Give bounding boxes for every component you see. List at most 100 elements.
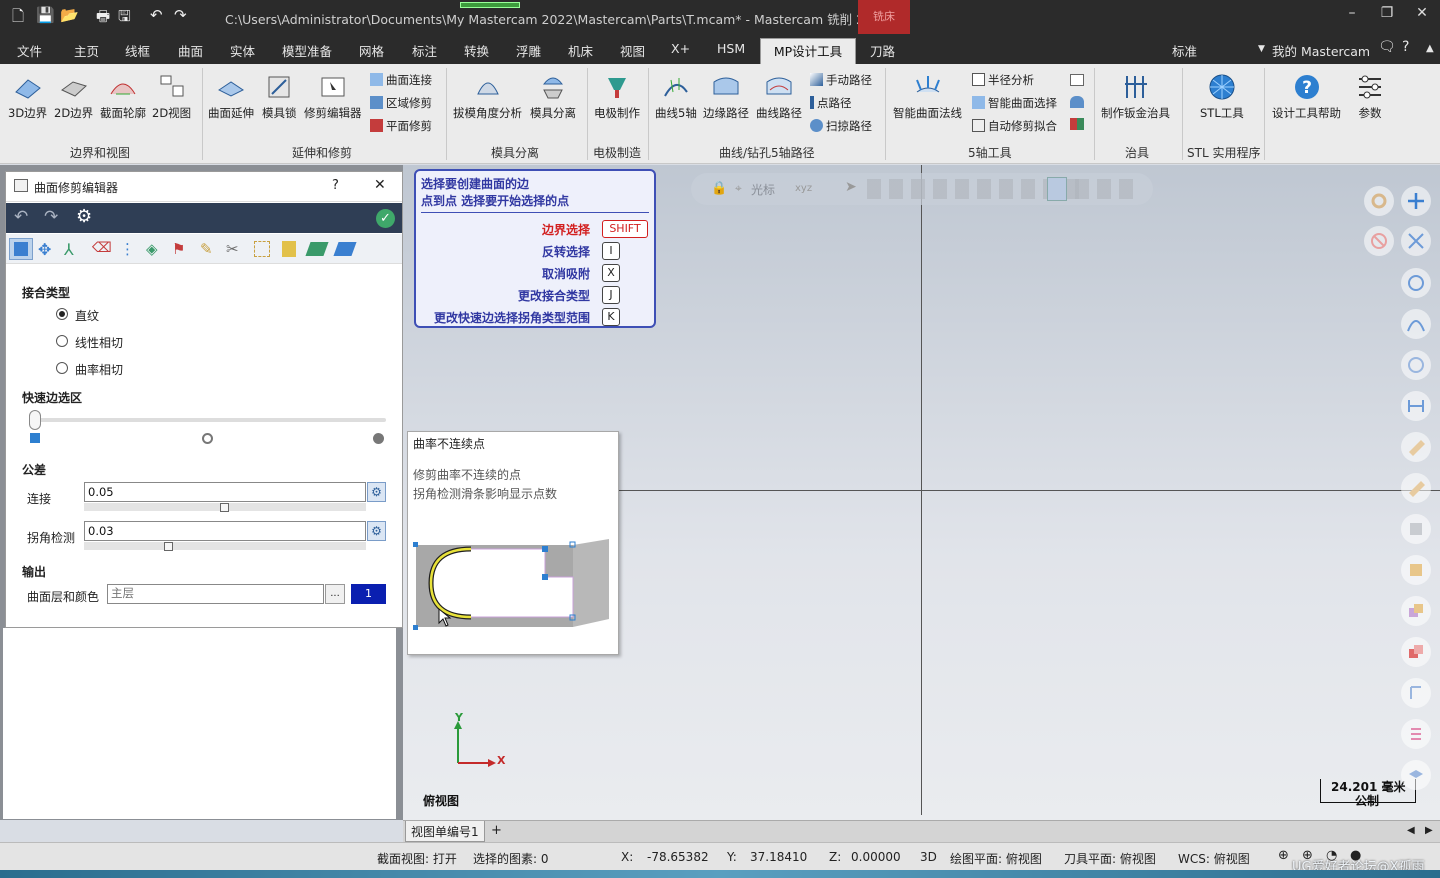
feedback-icon[interactable]: 🗨 (1378, 39, 1396, 55)
undo-icon[interactable]: ↶ (14, 207, 28, 227)
select-arrow-icon[interactable]: ➤ (845, 179, 857, 195)
scroll-right-icon[interactable]: ▶ (1425, 825, 1433, 836)
radio-curvature-tangent[interactable] (56, 362, 68, 374)
btn-surface-connect[interactable]: 曲面连接 (370, 72, 432, 88)
print-icon[interactable]: 🖶 (96, 6, 110, 31)
xyz-icon[interactable]: xyz (795, 183, 812, 194)
btn-stl-tools[interactable]: STL工具 (1200, 68, 1244, 121)
connect-field[interactable]: 0.05 (84, 482, 366, 502)
tree-icon[interactable]: ⋮ (120, 240, 135, 258)
move-icon[interactable]: ✥ (38, 240, 51, 259)
menu-wireframe[interactable]: 线框 (125, 41, 150, 60)
scroll-left-icon[interactable]: ◀ (1407, 825, 1415, 836)
dialog-close-button[interactable]: ✕ (374, 177, 386, 193)
menu-standard[interactable]: 标准 (1172, 41, 1197, 60)
section-view-status[interactable]: 截面视图: 打开 (377, 850, 457, 867)
help-icon[interactable]: ? (1402, 39, 1409, 55)
corner-detect-field[interactable]: 0.03 (84, 521, 366, 541)
menu-dimension[interactable]: 标注 (412, 41, 437, 60)
globe-icon[interactable]: ⊕ (1278, 848, 1289, 863)
green-patch-icon[interactable] (305, 242, 329, 256)
menu-relief[interactable]: 浮雕 (516, 41, 541, 60)
radio-curvature-tangent-label[interactable]: 曲率相切 (75, 361, 123, 378)
btn-electrode-make[interactable]: 电极制作 (594, 68, 640, 121)
menu-file[interactable]: 文件 (17, 41, 42, 60)
menu-hsm[interactable]: HSM (717, 41, 745, 56)
quick-edge-slider-thumb[interactable] (29, 410, 41, 430)
radio-ruled[interactable] (56, 308, 68, 320)
close-button[interactable]: ✕ (1410, 5, 1434, 21)
ok-check-icon[interactable]: ✓ (376, 209, 395, 228)
tool-plane-status[interactable]: 刀具平面: 俯视图 (1064, 850, 1156, 867)
redo-icon[interactable]: ↷ (44, 207, 58, 227)
btn-sheet-fixture[interactable]: 制作钣金治具 (1101, 68, 1170, 121)
layer-color-icon[interactable] (1401, 596, 1431, 626)
btn-draft-angle-analysis[interactable]: 拔模角度分析 (453, 68, 522, 121)
save-as-icon[interactable]: 🖫 (118, 6, 131, 31)
view-sheet-tab[interactable]: 视图单编号1 (405, 821, 485, 842)
menu-view[interactable]: 视图 (620, 41, 645, 60)
add-view-sheet-button[interactable]: + (491, 823, 502, 838)
delete-edge-icon[interactable]: ⌫ (92, 240, 112, 256)
rotate-view-icon[interactable] (1401, 268, 1431, 298)
book-icon[interactable] (282, 241, 296, 257)
cut-icon[interactable]: ✂ (226, 240, 239, 258)
wire-icon[interactable] (1401, 678, 1431, 708)
collapse-ribbon-icon[interactable]: ▲ (1426, 43, 1434, 54)
menu-transform[interactable]: 转换 (464, 41, 489, 60)
active-selection-icon[interactable] (1047, 177, 1067, 201)
cursor-icon[interactable]: ⌖ (735, 181, 742, 196)
btn-smart-surface-select[interactable]: 智能曲面选择 (972, 95, 1057, 111)
mode-3d-toggle[interactable]: 3D (920, 850, 937, 864)
btn-auto-trim-fit[interactable]: 自动修剪拟合 (972, 118, 1057, 134)
blue-patch-icon[interactable] (333, 242, 357, 256)
btn-region-trim[interactable]: 区域修剪 (370, 95, 432, 111)
dome-small-icon[interactable] (1070, 96, 1084, 108)
quick-edge-level-dot[interactable] (373, 433, 384, 444)
shaded-box-icon[interactable] (1401, 555, 1431, 585)
radio-ruled-label[interactable]: 直纹 (75, 307, 99, 324)
curve-tool-icon[interactable] (1401, 309, 1431, 339)
btn-surface-extend[interactable]: 曲面延伸 (208, 68, 254, 121)
trim-point-icon[interactable]: ⚑ (172, 240, 185, 258)
minimize-button[interactable]: – (1340, 5, 1364, 21)
btn-edge-path[interactable]: 边缘路径 (703, 68, 749, 121)
diamond-icon[interactable]: ◈ (146, 240, 158, 258)
dropdown-arrow-icon[interactable]: ▼ (1258, 44, 1265, 54)
btn-3d-boundary[interactable]: 3D边界 (8, 68, 47, 121)
menu-mp-design-tools[interactable]: MP设计工具 (760, 38, 856, 64)
menu-home[interactable]: 主页 (74, 41, 99, 60)
lock-icon[interactable]: 🔒 (711, 181, 727, 196)
grid-icon[interactable] (1401, 719, 1431, 749)
dialog-help-button[interactable]: ? (332, 178, 339, 193)
color-small-icon[interactable] (1070, 118, 1084, 130)
wcs-status[interactable]: WCS: 俯视图 (1178, 850, 1250, 867)
add-view-icon[interactable] (1401, 186, 1431, 216)
save-icon[interactable]: 💾 (36, 6, 55, 24)
menu-solid[interactable]: 实体 (230, 41, 255, 60)
cursor-label[interactable]: 光标 (751, 181, 775, 198)
btn-smart-surface-normal[interactable]: 智能曲面法线 (893, 68, 962, 121)
btn-sweep-path[interactable]: 扫掠路径 (810, 118, 872, 134)
radio-linear-tangent-label[interactable]: 线性相切 (75, 334, 123, 351)
btn-mold-split[interactable]: 模具分离 (530, 68, 576, 121)
solid-box-icon[interactable] (1401, 514, 1431, 544)
btn-section-profile[interactable]: 截面轮廓 (100, 68, 146, 121)
my-mastercam-link[interactable]: 我的 Mastercam (1272, 41, 1370, 60)
btn-radius-analysis[interactable]: 半径分析 (972, 72, 1034, 88)
new-file-icon[interactable]: 🗋 (12, 6, 24, 31)
selection-extra-icons[interactable] (1075, 179, 1135, 199)
menu-machine[interactable]: 机床 (568, 41, 593, 60)
menu-toolpath[interactable]: 刀路 (870, 41, 895, 60)
open-folder-icon[interactable]: 📂 (60, 6, 79, 24)
connect-settings-icon[interactable]: ⚙ (367, 482, 386, 502)
btn-plane-trim[interactable]: 平面修剪 (370, 118, 432, 134)
menu-surface[interactable]: 曲面 (178, 41, 203, 60)
branch-icon[interactable]: ⅄ (64, 240, 74, 259)
redo-icon[interactable]: ↷ (174, 6, 187, 24)
undo-icon[interactable]: ↶ (150, 6, 163, 24)
btn-point-path[interactable]: 点路径 (810, 95, 852, 111)
menu-mesh[interactable]: 网格 (359, 41, 384, 60)
layer-browse-button[interactable]: ... (325, 584, 345, 604)
btn-2d-boundary[interactable]: 2D边界 (54, 68, 93, 121)
